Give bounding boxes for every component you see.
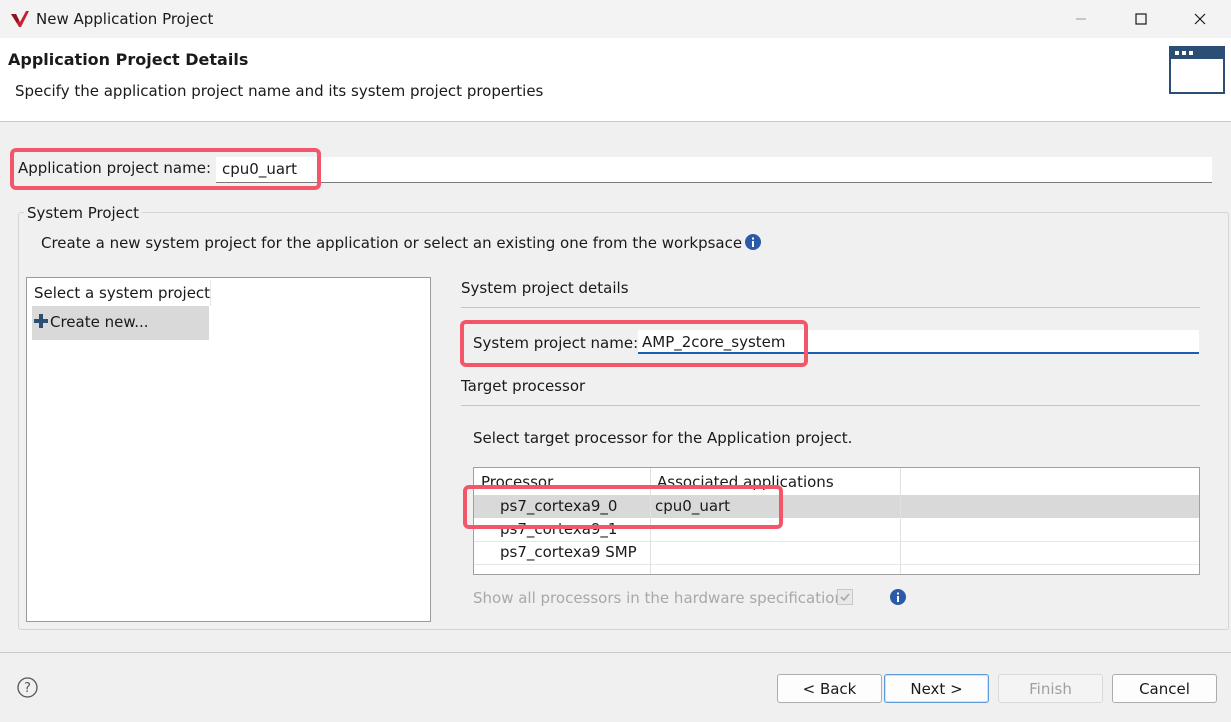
maximize-button[interactable] (1118, 0, 1164, 38)
highlight-system-name (460, 320, 808, 367)
column-divider (900, 468, 901, 574)
system-project-description: Create a new system project for the appl… (41, 234, 743, 252)
close-icon (1194, 13, 1206, 25)
next-button[interactable]: Next > (884, 674, 989, 703)
plus-icon (34, 314, 48, 328)
minimize-icon (1076, 18, 1086, 20)
row-divider (474, 564, 1199, 565)
list-header-divider (210, 280, 211, 306)
footer-separator (0, 652, 1231, 653)
highlight-app-name (10, 148, 321, 190)
list-item-create-new[interactable]: Create new... (32, 306, 209, 340)
system-project-list-header: Select a system project (34, 284, 211, 302)
app-project-name-input[interactable]: cpu0_uart (216, 157, 1212, 183)
target-separator (461, 405, 1200, 406)
highlight-processor-row (463, 485, 783, 529)
page-subtitle: Specify the application project name and… (15, 82, 544, 100)
vitis-logo-icon (11, 11, 29, 27)
system-project-list[interactable]: Select a system project Create new... (26, 277, 431, 622)
maximize-icon (1135, 13, 1147, 25)
target-processor-description: Select target processor for the Applicat… (473, 429, 853, 447)
system-project-legend: System Project (24, 204, 143, 222)
checkmark-icon (840, 593, 850, 602)
row-divider (474, 541, 1199, 542)
system-project-details-title: System project details (461, 279, 629, 297)
table-row[interactable]: ps7_cortexa9 SMP (474, 541, 1199, 564)
cancel-button[interactable]: Cancel (1112, 674, 1217, 703)
info-icon[interactable] (745, 234, 761, 250)
page-title: Application Project Details (8, 50, 249, 69)
minimize-button[interactable] (1058, 0, 1104, 38)
svg-text:?: ? (24, 681, 31, 696)
info-icon[interactable] (890, 589, 906, 605)
wizard-banner-icon (1169, 46, 1225, 94)
back-button[interactable]: < Back (777, 674, 882, 703)
target-processor-title: Target processor (461, 377, 586, 395)
window-title: New Application Project (36, 10, 214, 28)
wizard-header: Application Project Details Specify the … (0, 38, 1231, 122)
processor-cell: ps7_cortexa9 SMP (500, 543, 637, 561)
list-item-label: Create new... (50, 313, 149, 331)
finish-button[interactable]: Finish (998, 674, 1103, 703)
title-bar: New Application Project (0, 0, 1231, 38)
help-icon[interactable]: ? (17, 677, 38, 698)
details-separator (461, 307, 1200, 308)
close-button[interactable] (1177, 0, 1223, 38)
show-all-processors-checkbox[interactable] (837, 589, 853, 605)
show-all-processors-label: Show all processors in the hardware spec… (473, 589, 844, 607)
